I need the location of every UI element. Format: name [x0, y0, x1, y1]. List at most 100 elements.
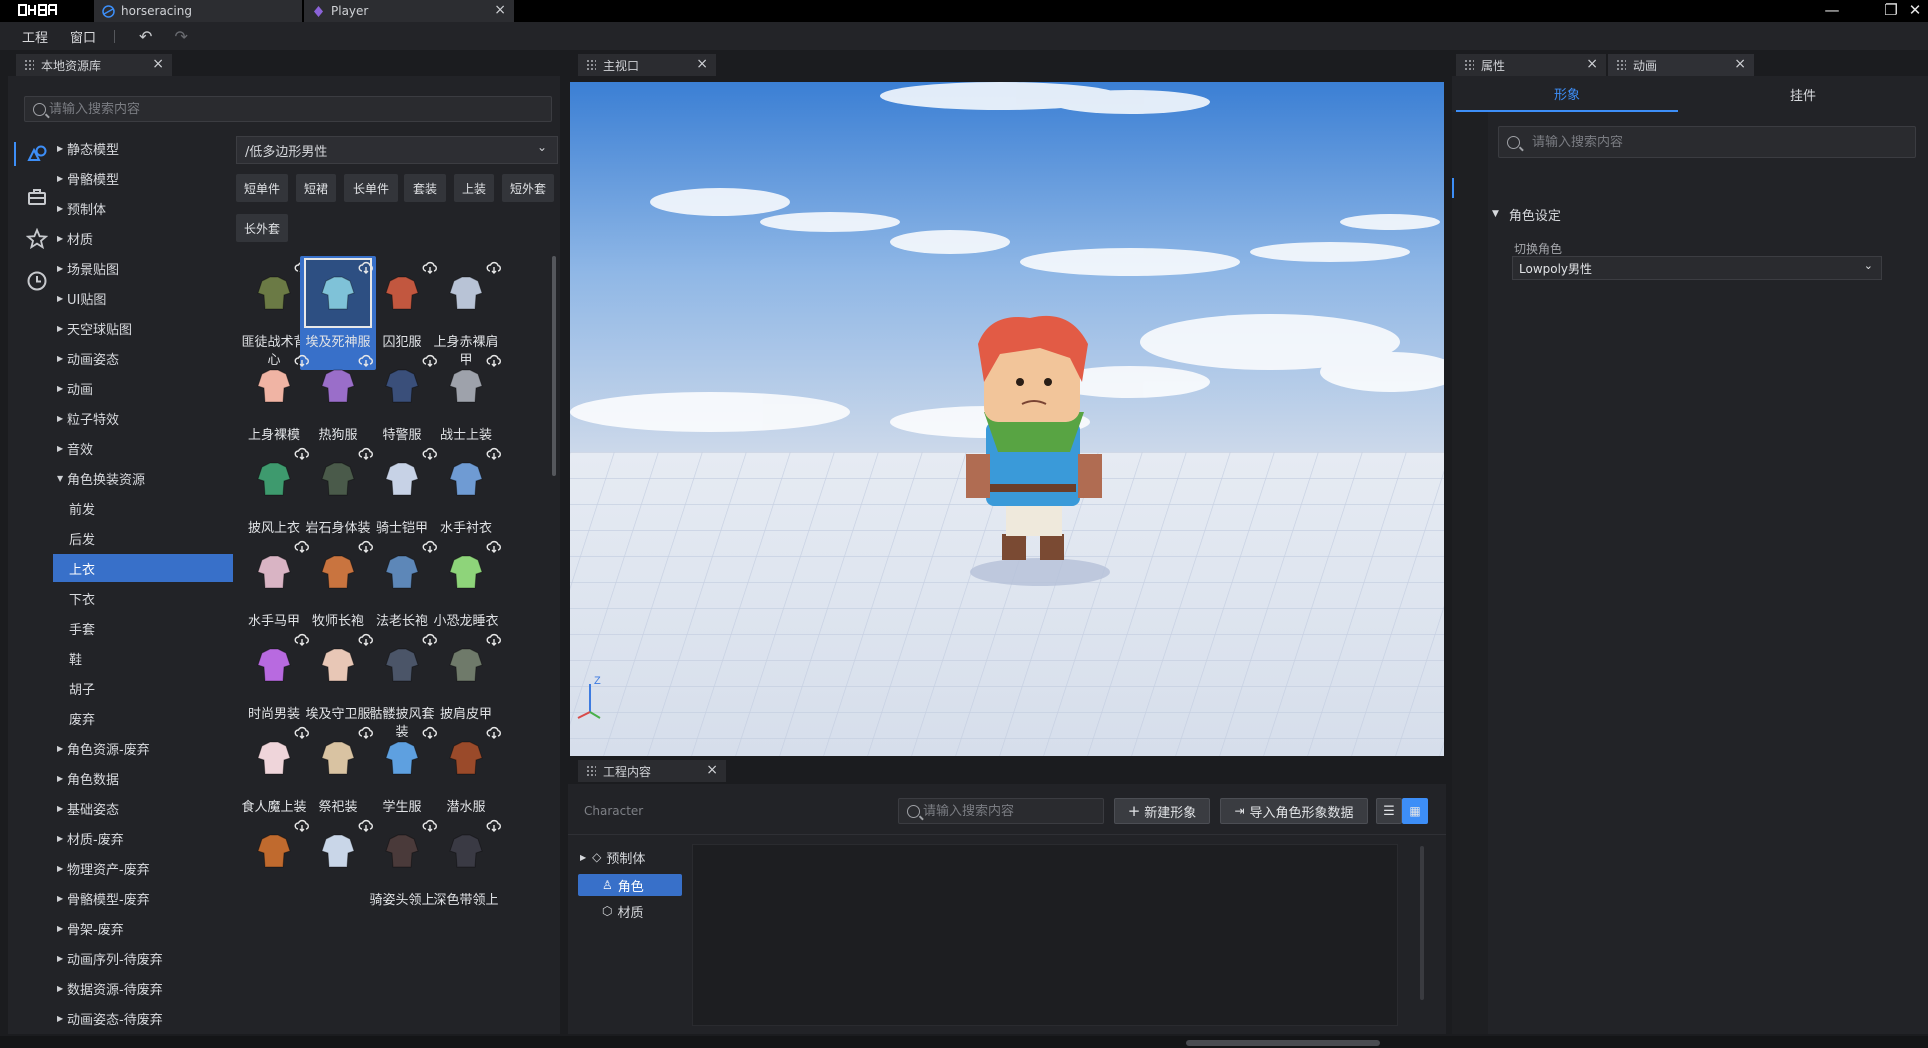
tree-item[interactable]: ▶ 动画 — [53, 374, 233, 402]
filter-chip[interactable]: 短外套 — [502, 174, 554, 202]
menu-project[interactable]: 工程 — [22, 27, 48, 46]
star-icon[interactable] — [25, 227, 49, 252]
properties-search-input[interactable] — [1532, 134, 1915, 150]
menu-window[interactable]: 窗口 — [70, 27, 96, 46]
asset-path-dropdown[interactable]: /低多边形男性 ⌄ — [236, 136, 558, 164]
tree-item[interactable]: ▶ 动画姿态-待废弃 — [53, 1004, 233, 1032]
horizontal-scrollbar[interactable] — [1186, 1040, 1380, 1046]
tree-item[interactable]: ▶ 骨骼模型-废弃 — [53, 884, 233, 912]
tree-item[interactable]: ▶ 动画姿态 — [53, 344, 233, 372]
filter-chip[interactable]: 长单件 — [344, 174, 398, 202]
asset-grid-scrollbar[interactable] — [552, 256, 556, 476]
tree-item[interactable]: ▶ 预制体 — [53, 194, 233, 222]
cloud-download-icon[interactable] — [486, 260, 502, 276]
tree-item[interactable]: 废弃 — [53, 704, 233, 732]
filter-chip[interactable]: 上装 — [454, 174, 494, 202]
clock-icon[interactable] — [25, 270, 49, 294]
undo-icon[interactable]: ↶ — [139, 27, 152, 46]
cloud-download-icon[interactable] — [486, 632, 502, 648]
list-view-button[interactable]: ☰ — [1376, 798, 1402, 824]
tree-item[interactable]: ▶ 动画序列-待废弃 — [53, 944, 233, 972]
drag-handle-icon[interactable] — [586, 59, 596, 71]
project-search-box[interactable] — [898, 798, 1104, 824]
project-content-area[interactable] — [692, 844, 1398, 1026]
new-look-button[interactable]: + 新建形象 — [1114, 798, 1210, 824]
character-select[interactable]: Lowpoly男性 ⌄ — [1512, 256, 1882, 280]
project-search-input[interactable] — [923, 803, 1103, 819]
tree-item[interactable]: 手套 — [53, 614, 233, 642]
content-scrollbar[interactable] — [1420, 846, 1424, 1000]
shapes-icon[interactable] — [25, 142, 49, 166]
tree-item[interactable]: ▶ 角色数据 — [53, 764, 233, 792]
tab-animation[interactable]: 动画 × — [1608, 54, 1754, 76]
doc-tab-player[interactable]: Player × — [304, 0, 514, 22]
cloud-download-icon[interactable] — [486, 818, 502, 834]
tree-item[interactable]: ▶ 角色资源-废弃 — [53, 734, 233, 762]
tree-label: 预制体 — [606, 851, 646, 867]
close-icon[interactable]: × — [494, 2, 506, 18]
redo-icon[interactable]: ↷ — [174, 27, 187, 46]
tree-item[interactable]: ▶ 粒子特效 — [53, 404, 233, 432]
tree-item-selected[interactable]: ♙ 角色 — [578, 874, 682, 896]
tab-main-viewport[interactable]: 主视口 × — [578, 54, 716, 76]
section-header[interactable]: ▼ 角色设定 — [1492, 204, 1561, 224]
drag-handle-icon[interactable] — [24, 59, 34, 71]
drag-handle-icon[interactable] — [586, 765, 596, 777]
import-look-button[interactable]: ⇥ 导入角色形象数据 — [1220, 798, 1368, 824]
filter-chip[interactable]: 长外套 — [236, 214, 288, 242]
tree-item[interactable]: 后发 — [53, 524, 233, 552]
tree-item[interactable]: ▶ 骨架-废弃 — [53, 914, 233, 942]
tree-item[interactable]: ▶ 材质-废弃 — [53, 824, 233, 852]
tree-item[interactable]: 胡子 — [53, 674, 233, 702]
tree-item[interactable]: 下衣 — [53, 584, 233, 612]
tree-item[interactable]: ▶ 基础姿态 — [53, 794, 233, 822]
tree-item[interactable]: ▶ 天空球贴图 — [53, 314, 233, 342]
asset-search-box[interactable] — [24, 96, 552, 122]
tree-item[interactable]: ▶ 音效 — [53, 434, 233, 462]
tree-item[interactable]: ▶ UI贴图 — [53, 284, 233, 312]
asset-card[interactable]: 深色带领上 — [428, 816, 504, 928]
tree-item-selected[interactable]: 上衣 — [53, 554, 233, 582]
tree-item[interactable]: ▶ 场景贴图 — [53, 254, 233, 282]
close-icon[interactable]: × — [1586, 56, 1598, 72]
close-window-icon[interactable]: ✕ — [1904, 1, 1926, 19]
rail-active-indicator — [14, 142, 16, 166]
restore-icon[interactable]: ❐ — [1880, 1, 1902, 19]
close-icon[interactable]: × — [696, 56, 708, 72]
cloud-download-icon[interactable] — [486, 539, 502, 555]
tree-item[interactable]: ▶ 静态模型 — [53, 134, 233, 162]
properties-search-box[interactable] — [1498, 126, 1916, 158]
close-icon[interactable]: × — [1734, 56, 1746, 72]
close-icon[interactable]: × — [152, 56, 164, 72]
grid-view-button[interactable]: ▦ — [1402, 798, 1428, 824]
drag-handle-icon[interactable] — [1616, 59, 1626, 71]
tree-item[interactable]: 前发 — [53, 494, 233, 522]
doc-tab-horseracing[interactable]: horseracing — [94, 0, 302, 22]
tree-item[interactable]: ▶ ◇ 预制体 — [578, 846, 682, 868]
tab-project-content[interactable]: 工程内容 × — [578, 760, 726, 782]
tree-item[interactable]: ▶ 材质 — [53, 224, 233, 252]
filter-chip[interactable]: 套装 — [404, 174, 446, 202]
briefcase-icon[interactable] — [25, 186, 49, 210]
cloud-download-icon[interactable] — [486, 725, 502, 741]
asset-search-input[interactable] — [49, 101, 551, 117]
scene-viewport[interactable]: Z — [570, 82, 1444, 756]
filter-chip[interactable]: 短单件 — [236, 174, 288, 202]
asset-grid: 匪徒战术背心 埃及死神服 囚犯服 上身赤裸肩甲 上身裸模 热狗服 特警服 战士上装 披风上衣 岩石… — [236, 256, 552, 1034]
tab-properties[interactable]: 属性 × — [1456, 54, 1606, 76]
tree-item[interactable]: ⬡ 材质 — [578, 900, 682, 922]
tree-item[interactable]: ▼ 角色换装资源 — [53, 464, 233, 492]
tab-local-assets[interactable]: 本地资源库 × — [16, 54, 172, 76]
subtab-look[interactable]: 形象 — [1456, 76, 1678, 112]
tree-item[interactable]: ▶ 数据资源-待废弃 — [53, 974, 233, 1002]
drag-handle-icon[interactable] — [1464, 59, 1474, 71]
cloud-download-icon[interactable] — [486, 353, 502, 369]
subtab-attachments[interactable]: 挂件 — [1678, 76, 1928, 112]
cloud-download-icon[interactable] — [486, 446, 502, 462]
tree-item[interactable]: 鞋 — [53, 644, 233, 672]
filter-chip[interactable]: 短裙 — [296, 174, 336, 202]
tree-item[interactable]: ▶ 物理资产-废弃 — [53, 854, 233, 882]
close-icon[interactable]: × — [706, 762, 718, 778]
tree-item[interactable]: ▶ 骨骼模型 — [53, 164, 233, 192]
minimize-icon[interactable]: — — [1821, 1, 1843, 19]
